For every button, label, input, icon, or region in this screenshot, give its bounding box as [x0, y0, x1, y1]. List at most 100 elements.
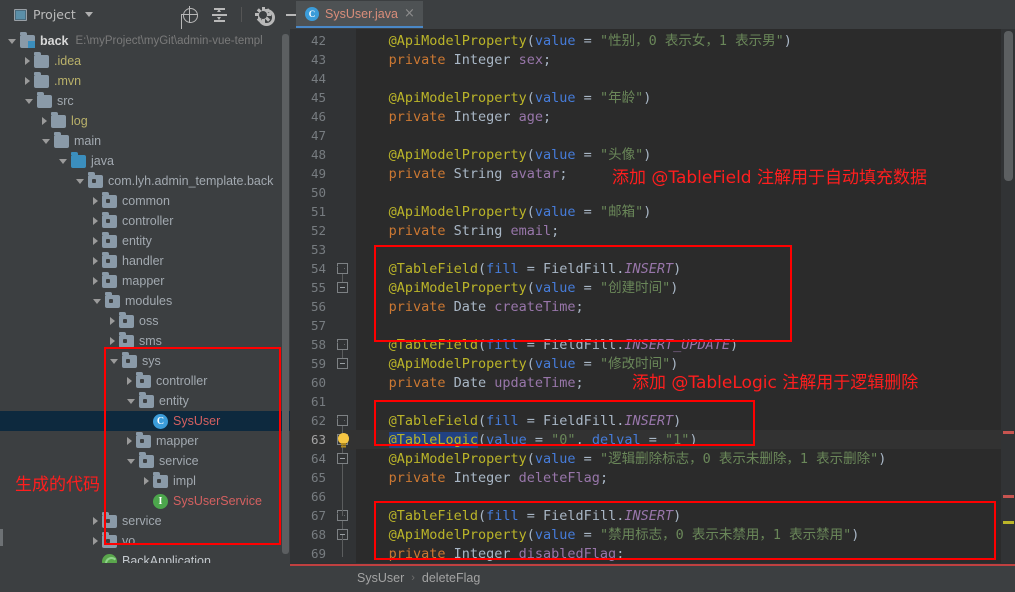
tree-item-service[interactable]: service	[0, 451, 290, 471]
editor-vertical-scrollbar-thumb[interactable]	[1004, 31, 1013, 181]
code-line-45[interactable]: @ApiModelProperty(value = "年龄")	[356, 89, 651, 108]
chevron-right-icon[interactable]	[144, 477, 149, 485]
project-tree-panel[interactable]: backE:\myProject\myGit\admin-vue-templ .i…	[0, 29, 290, 592]
tool-window-toolbar	[181, 6, 302, 23]
tree-item-mapper[interactable]: mapper	[0, 271, 290, 291]
chevron-right-icon[interactable]	[127, 377, 132, 385]
intention-bulb-icon[interactable]	[337, 433, 350, 446]
chevron-right-icon[interactable]	[110, 337, 115, 345]
chevron-right-icon[interactable]	[42, 117, 47, 125]
code-line-68[interactable]: @ApiModelProperty(value = "禁用标志，0 表示未禁用，…	[356, 526, 859, 545]
tree-item-common[interactable]: common	[0, 191, 290, 211]
project-tool-window-button[interactable]: Project	[14, 7, 93, 22]
chevron-right-icon[interactable]	[93, 237, 98, 245]
chevron-right-icon[interactable]	[127, 437, 132, 445]
tree-item-com-lyh-admin-template-back[interactable]: com.lyh.admin_template.back	[0, 171, 290, 191]
code-line-46[interactable]: private Integer age;	[356, 108, 551, 127]
chevron-right-icon[interactable]	[93, 517, 98, 525]
chevron-down-icon[interactable]	[25, 99, 33, 104]
tool-window-header: Project	[0, 0, 1015, 29]
tree-item-java[interactable]: java	[0, 151, 290, 171]
tree-item-mapper[interactable]: mapper	[0, 431, 290, 451]
chevron-down-icon[interactable]	[127, 399, 135, 404]
marker-warning-1[interactable]	[1003, 431, 1014, 434]
fold-toggle-icon[interactable]	[337, 282, 348, 293]
chevron-right-icon[interactable]	[93, 197, 98, 205]
sidebar-vertical-scrollbar[interactable]	[282, 34, 289, 554]
tree-item-handler[interactable]: handler	[0, 251, 290, 271]
code-line-60[interactable]: private Date updateTime;	[356, 374, 584, 393]
code-line-42[interactable]: @ApiModelProperty(value = "性别，0 表示女，1 表示…	[356, 32, 792, 51]
close-icon[interactable]: ×	[404, 7, 415, 20]
tree-item-src[interactable]: src	[0, 91, 290, 111]
chevron-down-icon[interactable]	[59, 159, 67, 164]
code-line-49[interactable]: private String avatar;	[356, 165, 567, 184]
code-editor[interactable]: 4243444546474849505152535455565758596061…	[290, 29, 1015, 563]
code-line-52[interactable]: private String email;	[356, 222, 559, 241]
editor-marker-scrollbar[interactable]	[1001, 29, 1015, 563]
chevron-right-icon[interactable]	[110, 317, 115, 325]
code-line-55[interactable]: @ApiModelProperty(value = "创建时间")	[356, 279, 678, 298]
code-line-51[interactable]: @ApiModelProperty(value = "邮箱")	[356, 203, 651, 222]
chevron-right-icon[interactable]	[93, 537, 98, 545]
code-line-64[interactable]: @ApiModelProperty(value = "逻辑删除标志，0 表示未删…	[356, 450, 886, 469]
code-line-56[interactable]: private Date createTime;	[356, 298, 584, 317]
code-line-43[interactable]: private Integer sex;	[356, 51, 551, 70]
chevron-right-icon[interactable]	[25, 57, 30, 65]
tree-item-controller[interactable]: controller	[0, 371, 290, 391]
tree-item-modules[interactable]: modules	[0, 291, 290, 311]
fold-toggle-icon[interactable]	[337, 358, 348, 369]
code-line-67[interactable]: @TableField(fill = FieldFill.INSERT)	[356, 507, 681, 526]
chevron-down-icon[interactable]	[110, 359, 118, 364]
chevron-down-icon[interactable]	[76, 179, 84, 184]
annotation-text-tablelogic: 添加 @TableLogic 注解用于逻辑删除	[632, 368, 918, 393]
tree-item-sysuser[interactable]: CSysUser	[0, 411, 290, 431]
chevron-down-icon[interactable]	[42, 139, 50, 144]
tree-item--idea[interactable]: .idea	[0, 51, 290, 71]
tree-item-entity[interactable]: entity	[0, 231, 290, 251]
breadcrumb-class[interactable]: SysUser	[357, 571, 404, 585]
tree-item-back[interactable]: backE:\myProject\myGit\admin-vue-templ	[0, 31, 290, 51]
chevron-right-icon[interactable]	[93, 277, 98, 285]
tree-item-log[interactable]: log	[0, 111, 290, 131]
chevron-down-icon[interactable]	[93, 299, 101, 304]
code-line-62[interactable]: @TableField(fill = FieldFill.INSERT)	[356, 412, 681, 431]
editor-code-area[interactable]: @ApiModelProperty(value = "性别，0 表示女，1 表示…	[356, 29, 1001, 563]
locate-icon[interactable]	[181, 6, 198, 23]
code-line-59[interactable]: @ApiModelProperty(value = "修改时间")	[356, 355, 678, 374]
code-line-65[interactable]: private Integer deleteFlag;	[356, 469, 608, 488]
code-line-48[interactable]: @ApiModelProperty(value = "头像")	[356, 146, 651, 165]
breadcrumb-member[interactable]: deleteFlag	[422, 571, 480, 585]
code-line-63[interactable]: @TableLogic(value = "0", delval = "1")	[356, 431, 698, 450]
settings-gear-icon[interactable]	[255, 6, 272, 23]
code-line-58[interactable]: @TableField(fill = FieldFill.INSERT_UPDA…	[356, 336, 738, 355]
tree-item-service[interactable]: service	[0, 511, 290, 531]
folder-icon	[34, 75, 49, 88]
editor-gutter[interactable]: 4243444546474849505152535455565758596061…	[290, 29, 356, 563]
tree-item-main[interactable]: main	[0, 131, 290, 151]
tree-item-sys[interactable]: sys	[0, 351, 290, 371]
package-icon	[153, 475, 168, 488]
fold-toggle-icon[interactable]	[337, 453, 348, 464]
chevron-down-icon[interactable]	[85, 12, 93, 17]
chevron-right-icon[interactable]	[93, 217, 98, 225]
chevron-right-icon[interactable]	[93, 257, 98, 265]
chevron-right-icon[interactable]	[25, 77, 30, 85]
tree-item-sms[interactable]: sms	[0, 331, 290, 351]
chevron-down-icon[interactable]	[8, 39, 16, 44]
collapse-all-icon[interactable]	[211, 6, 228, 23]
tree-item-label: .idea	[54, 54, 81, 68]
code-line-54[interactable]: @TableField(fill = FieldFill.INSERT)	[356, 260, 681, 279]
tree-item--mvn[interactable]: .mvn	[0, 71, 290, 91]
marker-warning-2[interactable]	[1003, 495, 1014, 498]
code-line-69[interactable]: private Integer disabledFlag;	[356, 545, 624, 563]
marker-hint-1[interactable]	[1003, 521, 1014, 524]
chevron-down-icon[interactable]	[127, 459, 135, 464]
tree-item-vo[interactable]: vo	[0, 531, 290, 551]
editor-tab-sysuser[interactable]: C SysUser.java ×	[296, 1, 423, 28]
tree-item-oss[interactable]: oss	[0, 311, 290, 331]
tree-item-controller[interactable]: controller	[0, 211, 290, 231]
tree-item-entity[interactable]: entity	[0, 391, 290, 411]
tree-item-label: com.lyh.admin_template.back	[108, 174, 273, 188]
toolbar-divider	[241, 7, 242, 22]
